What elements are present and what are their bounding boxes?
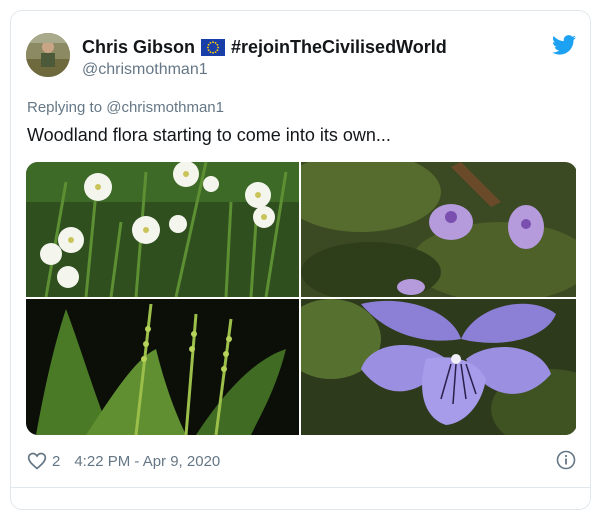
eu-flag-icon: [201, 39, 226, 56]
like-count[interactable]: 2: [52, 453, 60, 470]
media-grid: [26, 162, 577, 435]
info-icon[interactable]: [556, 450, 576, 470]
tweet-footer: 2 4:22 PM - Apr 9, 2020: [27, 451, 220, 471]
divider: [11, 487, 590, 488]
name-hashtag: #rejoinTheCivilisedWorld: [231, 37, 447, 57]
tweet-card[interactable]: Chris Gibson #rejoinTheCivilisedWorld @c…: [10, 10, 591, 510]
avatar[interactable]: [26, 33, 70, 77]
timestamp[interactable]: 4:22 PM - Apr 9, 2020: [74, 453, 220, 470]
author-name[interactable]: Chris Gibson #rejoinTheCivilisedWorld: [82, 37, 447, 58]
replying-to-prefix: Replying to: [27, 99, 103, 116]
green-flower-spikes-photo[interactable]: [26, 299, 299, 435]
small-violet-flowers-photo[interactable]: [301, 162, 576, 297]
tweet-text: Woodland flora starting to come into its…: [27, 125, 391, 145]
violet-closeup-photo[interactable]: [301, 299, 576, 435]
author-handle[interactable]: @chrismothman1: [82, 61, 208, 79]
twitter-bird-icon[interactable]: [552, 35, 576, 55]
replying-to: Replying to @chrismothman1: [27, 99, 224, 116]
heart-icon[interactable]: [27, 451, 47, 471]
white-stitchwort-flowers-photo[interactable]: [26, 162, 299, 297]
replying-to-handle[interactable]: @chrismothman1: [106, 99, 224, 116]
display-name[interactable]: Chris Gibson: [82, 37, 195, 58]
